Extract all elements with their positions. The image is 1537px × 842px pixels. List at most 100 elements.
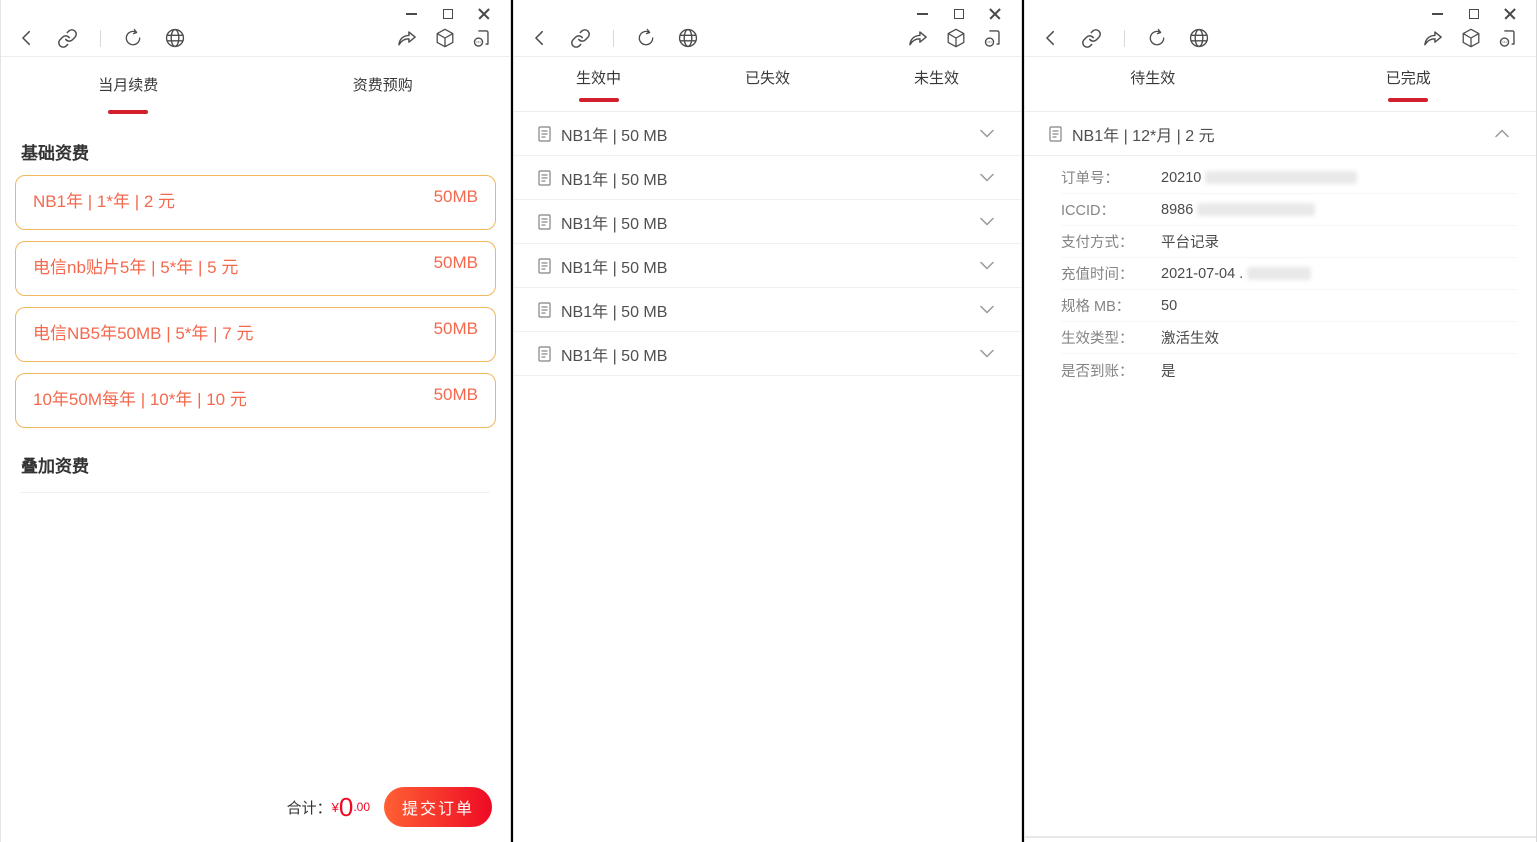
cube-button[interactable] xyxy=(434,27,456,49)
document-icon xyxy=(538,125,551,142)
chevron-down-icon[interactable] xyxy=(980,261,994,270)
tab-completed[interactable]: 已完成 xyxy=(1281,57,1537,111)
detail-label: 规格 MB： xyxy=(1061,299,1131,315)
refresh-button[interactable] xyxy=(636,28,656,48)
order-header-row[interactable]: NB1年 | 12*月 | 2 元 xyxy=(1025,112,1536,156)
maximize-button[interactable] xyxy=(441,8,454,21)
chevron-down-icon[interactable] xyxy=(980,173,994,182)
package-label: NB1年 | 50 MB xyxy=(561,215,668,233)
package-row[interactable]: NB1年 | 50 MB xyxy=(514,332,1021,376)
maximize-icon xyxy=(953,9,964,19)
globe-button[interactable] xyxy=(164,27,186,49)
chevron-up-icon[interactable] xyxy=(1495,129,1509,138)
globe-button[interactable] xyxy=(1188,27,1210,49)
close-button[interactable] xyxy=(1503,8,1516,21)
checkout-bar: 合计： ¥ 0 .00 提交订单 xyxy=(1,778,510,842)
tab-in-effect[interactable]: 生效中 xyxy=(514,57,683,111)
cube-button[interactable] xyxy=(1460,27,1482,49)
redacted-text xyxy=(1247,267,1312,280)
link-button[interactable] xyxy=(57,28,78,49)
order-details: 订单号： 20210 ICCID： 8986 支付方式： 平台记录 充值时间： … xyxy=(1025,156,1536,386)
toolbar xyxy=(1,20,510,57)
minimize-button[interactable] xyxy=(405,8,418,21)
screen: 当月续费 资费预购 基础资费 NB1年 | 1*年 | 2 元 50MB 电信n… xyxy=(0,0,1537,842)
package-row[interactable]: NB1年 | 50 MB xyxy=(514,156,1021,200)
maximize-button[interactable] xyxy=(952,8,965,21)
package-row[interactable]: NB1年 | 50 MB xyxy=(514,200,1021,244)
back-button[interactable] xyxy=(18,29,36,47)
total-label: 合计： xyxy=(286,799,332,817)
share-button[interactable] xyxy=(907,28,930,49)
tab-plan-prepurchase[interactable]: 资费预购 xyxy=(256,57,511,123)
total-amount-decimal: .00 xyxy=(353,800,370,814)
detail-value: 2021-07-04 . xyxy=(1161,266,1312,282)
document-icon xyxy=(538,345,551,362)
close-icon xyxy=(478,8,490,20)
package-row[interactable]: NB1年 | 50 MB xyxy=(514,244,1021,288)
detail-label: 是否到账： xyxy=(1061,363,1134,380)
chevron-down-icon[interactable] xyxy=(980,217,994,226)
package-row[interactable]: NB1年 | 50 MB xyxy=(514,112,1021,156)
detail-row-payment-method: 支付方式： 平台记录 xyxy=(1061,226,1516,258)
cube-button[interactable] xyxy=(945,27,967,49)
detail-row-order-no: 订单号： 20210 xyxy=(1061,162,1516,194)
window-controls xyxy=(1,0,510,20)
maximize-icon xyxy=(1468,9,1479,19)
package-row[interactable]: NB1年 | 50 MB xyxy=(514,288,1021,332)
share-button[interactable] xyxy=(1422,28,1445,49)
plan-card[interactable]: 10年50M每年 | 10*年 | 10 元 50MB xyxy=(15,373,496,428)
share-icon xyxy=(1424,30,1442,46)
detail-row-iccid: ICCID： 8986 xyxy=(1061,194,1516,226)
refresh-button[interactable] xyxy=(123,28,143,48)
back-button[interactable] xyxy=(531,29,549,47)
plan-quota: 50MB xyxy=(433,319,478,338)
plan-card[interactable]: 电信NB5年50MB | 5*年 | 7 元 50MB xyxy=(15,307,496,362)
maximize-button[interactable] xyxy=(1467,8,1480,21)
minimize-icon xyxy=(917,13,928,15)
close-button[interactable] xyxy=(988,8,1001,21)
plan-title: 电信nb贴片5年 | 5*年 | 5 元 xyxy=(33,258,239,277)
tab-not-effective[interactable]: 未生效 xyxy=(852,57,1021,111)
chevron-down-icon[interactable] xyxy=(980,349,994,358)
globe-button[interactable] xyxy=(677,27,699,49)
window-package-status: 生效中 已失效 未生效 NB1年 | 50 MB NB1年 | 50 MB NB… xyxy=(513,0,1022,842)
order-header-label: NB1年 | 12*月 | 2 元 xyxy=(1072,127,1215,145)
close-button[interactable] xyxy=(477,8,490,21)
tab-expired[interactable]: 已失效 xyxy=(683,57,852,111)
tab-pending-effect[interactable]: 待生效 xyxy=(1025,57,1281,111)
toolbar-divider xyxy=(1124,29,1125,47)
tab-current-month-renew[interactable]: 当月续费 xyxy=(1,57,256,123)
close-icon xyxy=(1504,8,1516,20)
exit-icon xyxy=(473,30,489,47)
plan-card[interactable]: 电信nb贴片5年 | 5*年 | 5 元 50MB xyxy=(15,241,496,296)
chevron-down-icon[interactable] xyxy=(980,129,994,138)
exit-button[interactable] xyxy=(1497,27,1519,49)
link-button[interactable] xyxy=(570,28,591,49)
plan-quota: 50MB xyxy=(433,253,478,272)
document-icon xyxy=(538,169,551,186)
share-button[interactable] xyxy=(396,28,419,49)
exit-button[interactable] xyxy=(982,27,1004,49)
link-button[interactable] xyxy=(1081,28,1102,49)
exit-button[interactable] xyxy=(471,27,493,49)
toolbar xyxy=(1025,20,1536,57)
document-icon xyxy=(1049,125,1062,142)
window-controls xyxy=(1025,0,1536,20)
minimize-button[interactable] xyxy=(1431,8,1444,21)
refresh-icon xyxy=(638,28,654,46)
chevron-down-icon[interactable] xyxy=(980,305,994,314)
minimize-button[interactable] xyxy=(916,8,929,21)
globe-icon xyxy=(678,28,698,48)
detail-label: 订单号： xyxy=(1061,171,1119,187)
redacted-text xyxy=(1205,171,1358,184)
share-icon xyxy=(398,30,416,46)
refresh-button[interactable] xyxy=(1147,28,1167,48)
globe-icon xyxy=(165,28,185,48)
back-button[interactable] xyxy=(1042,29,1060,47)
toolbar-divider xyxy=(613,29,614,47)
plan-card[interactable]: NB1年 | 1*年 | 2 元 50MB xyxy=(15,175,496,230)
submit-order-button[interactable]: 提交订单 xyxy=(384,787,492,827)
refresh-icon xyxy=(1149,28,1165,46)
detail-row-received: 是否到账： 是 xyxy=(1061,354,1516,386)
detail-value: 是 xyxy=(1161,363,1176,380)
